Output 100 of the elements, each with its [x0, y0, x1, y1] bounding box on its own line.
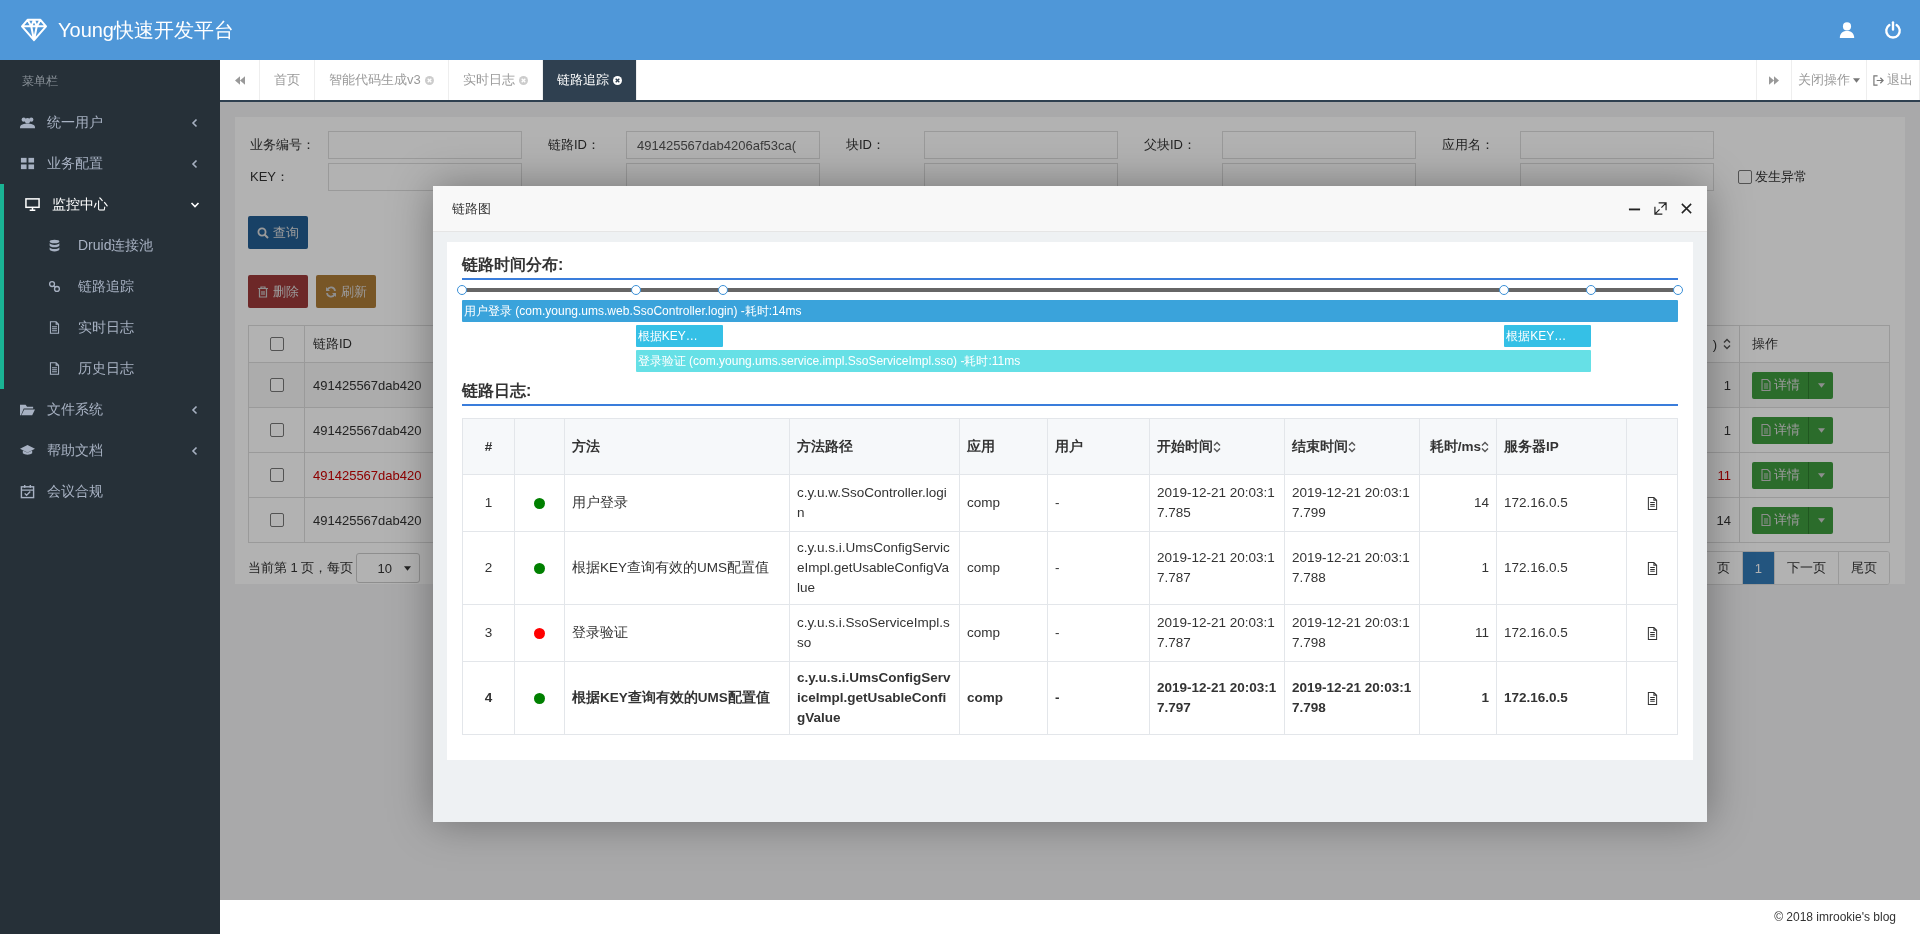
dropdown-button[interactable]	[1808, 371, 1833, 399]
nav-item[interactable]: 文件系统	[0, 389, 220, 430]
checkbox[interactable]	[269, 423, 284, 437]
query-button[interactable]: 查询	[248, 216, 308, 249]
timeline-point	[457, 285, 467, 295]
maximize-icon[interactable]	[1654, 202, 1667, 215]
sort-icon[interactable]	[1348, 440, 1356, 453]
nav-subitem[interactable]: 历史日志	[4, 348, 220, 389]
checkbox[interactable]	[269, 378, 284, 392]
caret-icon	[1817, 517, 1825, 523]
input-field[interactable]: 491425567dab4206af53ca(	[626, 131, 820, 159]
page-button[interactable]: 尾页	[1838, 552, 1889, 584]
checkbox[interactable]	[269, 513, 284, 527]
column-header: 结束时间	[1292, 438, 1348, 454]
column-header: 方法路径	[797, 438, 853, 454]
document-icon[interactable]	[1646, 691, 1658, 705]
input-field[interactable]	[1520, 131, 1714, 159]
scroll-right-button[interactable]	[1756, 60, 1792, 100]
nav-subitem[interactable]: 实时日志	[4, 307, 220, 348]
table-cell: 2019-12-21 20:03:17.787	[1149, 531, 1285, 605]
user-icon[interactable]	[1838, 21, 1856, 39]
graduation-cap-icon	[20, 443, 35, 458]
delete-button[interactable]: 删除	[248, 275, 308, 308]
calendar-check-icon	[20, 484, 35, 499]
document-icon[interactable]	[1646, 626, 1658, 640]
table-cell-text: 14	[1715, 511, 1732, 530]
tab[interactable]: 链路追踪	[542, 60, 637, 100]
field-label: 应用名：	[1441, 136, 1495, 154]
folder-icon	[20, 402, 35, 417]
input-field[interactable]	[1222, 131, 1416, 159]
chevron-left-icon	[190, 404, 200, 415]
sort-icon[interactable]	[1213, 440, 1221, 453]
document-icon[interactable]	[1646, 561, 1658, 575]
table-cell: comp	[959, 531, 1048, 605]
checkbox[interactable]	[1738, 170, 1752, 184]
chevron-left-icon	[190, 158, 200, 169]
document-icon	[1760, 379, 1772, 391]
page-button[interactable]: 1	[1741, 552, 1774, 584]
input-field[interactable]	[328, 131, 522, 159]
field-label: KEY：	[249, 168, 290, 186]
timeline-bar[interactable]: 用户登录 (com.young.ums.web.SsoController.login) -耗时:14ms	[462, 300, 1678, 322]
checkbox-label: 发生异常	[1755, 168, 1807, 186]
table-cell: 172.16.0.5	[1496, 661, 1627, 735]
nav-item[interactable]: 监控中心	[4, 184, 220, 225]
tab[interactable]: 首页	[260, 60, 315, 100]
tab[interactable]: 实时日志	[448, 60, 543, 100]
close-icon[interactable]	[1680, 202, 1693, 215]
table-cell: 172.16.0.5	[1496, 531, 1627, 605]
tab[interactable]: 智能代码生成v3	[315, 60, 449, 100]
table-cell: 用户登录	[564, 474, 790, 532]
close-icon[interactable]	[612, 75, 622, 85]
sort-icon[interactable]	[1481, 440, 1489, 453]
nav-item[interactable]: 业务配置	[0, 143, 220, 184]
column-header: #	[484, 438, 493, 454]
table-cell: comp	[959, 474, 1048, 532]
table-cell: 2019-12-21 20:03:17.787	[1149, 604, 1285, 662]
column-header: )	[1712, 336, 1717, 352]
table-cell: 172.16.0.5	[1496, 474, 1627, 532]
table-cell: 2	[462, 531, 515, 605]
nav-item[interactable]: 会议合规	[0, 471, 220, 512]
field-label: 父块ID：	[1143, 136, 1197, 154]
link-icon	[48, 280, 61, 293]
dropdown-button[interactable]	[1808, 461, 1833, 489]
nav-item[interactable]: 统一用户	[0, 102, 220, 143]
table-cell: 4	[462, 661, 515, 735]
table-cell: 11	[1419, 604, 1497, 662]
page-size-select[interactable]: 10	[356, 553, 421, 583]
table-cell: 2019-12-21 20:03:17.799	[1284, 474, 1420, 532]
input-field[interactable]	[924, 131, 1118, 159]
details-button[interactable]: 详情	[1752, 371, 1808, 399]
power-icon[interactable]	[1884, 21, 1902, 39]
section-title: 链路日志:	[462, 381, 1678, 406]
table-cell: -	[1047, 661, 1150, 735]
column-header: 应用	[967, 438, 995, 454]
details-button[interactable]: 详情	[1752, 416, 1808, 444]
sort-icon[interactable]	[1723, 338, 1731, 350]
checkbox[interactable]	[269, 337, 284, 351]
table-cell-text: 1	[1722, 421, 1732, 440]
document-icon[interactable]	[1646, 496, 1658, 510]
timeline-point	[1586, 285, 1597, 295]
caret-icon	[1853, 77, 1860, 83]
dropdown-button[interactable]	[1808, 506, 1833, 534]
double-arrow-right-icon	[1769, 75, 1779, 85]
timeline-bar[interactable]: 根据KEY…	[1504, 325, 1592, 347]
table-cell: -	[1047, 531, 1150, 605]
grid-icon	[20, 156, 35, 171]
details-button[interactable]: 详情	[1752, 461, 1808, 489]
chevron-left-icon	[190, 445, 200, 456]
nav-subitem[interactable]: Druid连接池	[4, 225, 220, 266]
refresh-button[interactable]: 刷新	[316, 275, 376, 308]
caret-icon	[404, 565, 412, 571]
nav-subitem[interactable]: 链路追踪	[4, 266, 220, 307]
dropdown-button[interactable]	[1808, 416, 1833, 444]
column-header: 方法	[572, 438, 600, 454]
table-cell: c.y.u.w.SsoController.login	[789, 474, 960, 532]
column-header: 服务器IP	[1504, 438, 1559, 454]
nav-item[interactable]: 帮助文档	[0, 430, 220, 471]
timeline-bar[interactable]: 根据KEY…	[635, 325, 723, 347]
details-button[interactable]: 详情	[1752, 506, 1808, 534]
checkbox[interactable]	[269, 468, 284, 482]
